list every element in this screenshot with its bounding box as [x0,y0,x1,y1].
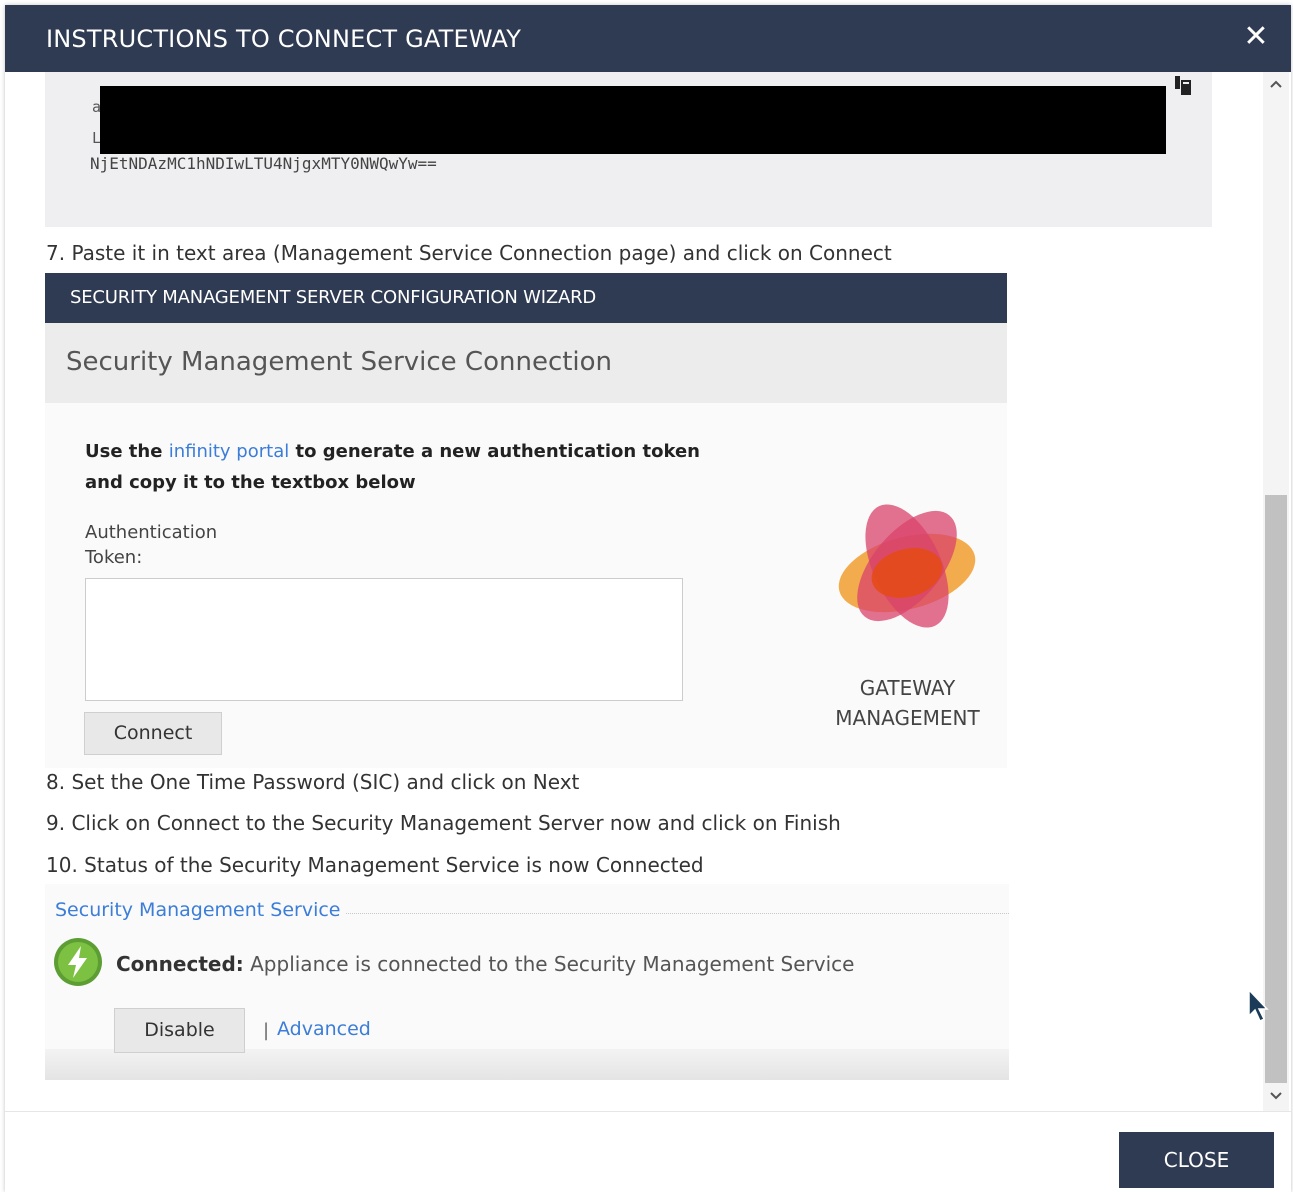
sms-status-panel: Security Management Service Connected: A… [45,884,1009,1080]
chevron-up-icon[interactable] [1270,79,1282,91]
dialog-titlebar: INSTRUCTIONS TO CONNECT GATEWAY ✕ [5,5,1291,72]
sms-status-line: Connected: Appliance is connected to the… [116,952,854,976]
sms-title: Security Management Service [55,899,347,921]
logo-caption: GATEWAY MANAGEMENT [805,673,1010,733]
dialog-title: INSTRUCTIONS TO CONNECT GATEWAY [46,25,522,53]
wizard-description: Use the infinity portal to generate a ne… [85,436,725,498]
gateway-management-logo-icon [838,504,976,628]
dialog-footer: CLOSE [5,1111,1291,1192]
advanced-link[interactable]: Advanced [277,1018,371,1040]
auth-token-textarea[interactable] [85,578,683,701]
connect-button[interactable]: Connect [84,712,222,755]
code-line-visible: NjEtNDAzMC1hNDIwLTU4NjgxMTY0NWQwYw== [90,154,437,173]
status-text: Appliance is connected to the Security M… [243,952,855,976]
close-button[interactable]: CLOSE [1119,1132,1274,1188]
dialog-content: a L NjEtNDAzMC1hNDIwLTU4NjgxMTY0NWQwYw==… [5,72,1291,1112]
token-code-block: a L NjEtNDAzMC1hNDIwLTU4NjgxMTY0NWQwYw== [45,72,1212,227]
step-8: 8. Set the One Time Password (SIC) and c… [46,770,580,794]
wizard-screenshot: SECURITY MANAGEMENT SERVER CONFIGURATION… [45,273,1007,768]
disable-button[interactable]: Disable [114,1008,245,1053]
wizard-subtitle: Security Management Service Connection [45,323,1007,403]
step-9: 9. Click on Connect to the Security Mana… [46,811,841,835]
connected-bolt-icon [54,938,102,986]
sms-bottom-bar [45,1049,1009,1080]
logo-line-1: GATEWAY [859,676,956,700]
chevron-down-icon[interactable] [1270,1089,1282,1101]
wizard-desc-before: Use the [85,441,169,462]
status-label: Connected: [116,952,244,976]
link-separator: | [263,1020,270,1041]
copy-icon[interactable] [1175,76,1191,96]
step-7: 7. Paste it in text area (Management Ser… [46,241,892,265]
close-icon[interactable]: ✕ [1241,19,1271,55]
auth-token-label: Authentication Token: [85,522,218,568]
logo-line-2: MANAGEMENT [835,706,980,730]
vertical-scrollbar[interactable] [1263,72,1289,1112]
instructions-dialog: INSTRUCTIONS TO CONNECT GATEWAY ✕ a L Nj… [5,5,1291,1192]
mouse-cursor-icon [1248,988,1269,1023]
step-10: 10. Status of the Security Management Se… [46,853,704,877]
infinity-portal-link[interactable]: infinity portal [169,441,290,462]
wizard-header: SECURITY MANAGEMENT SERVER CONFIGURATION… [45,273,1007,323]
redaction-bar [100,86,1166,154]
